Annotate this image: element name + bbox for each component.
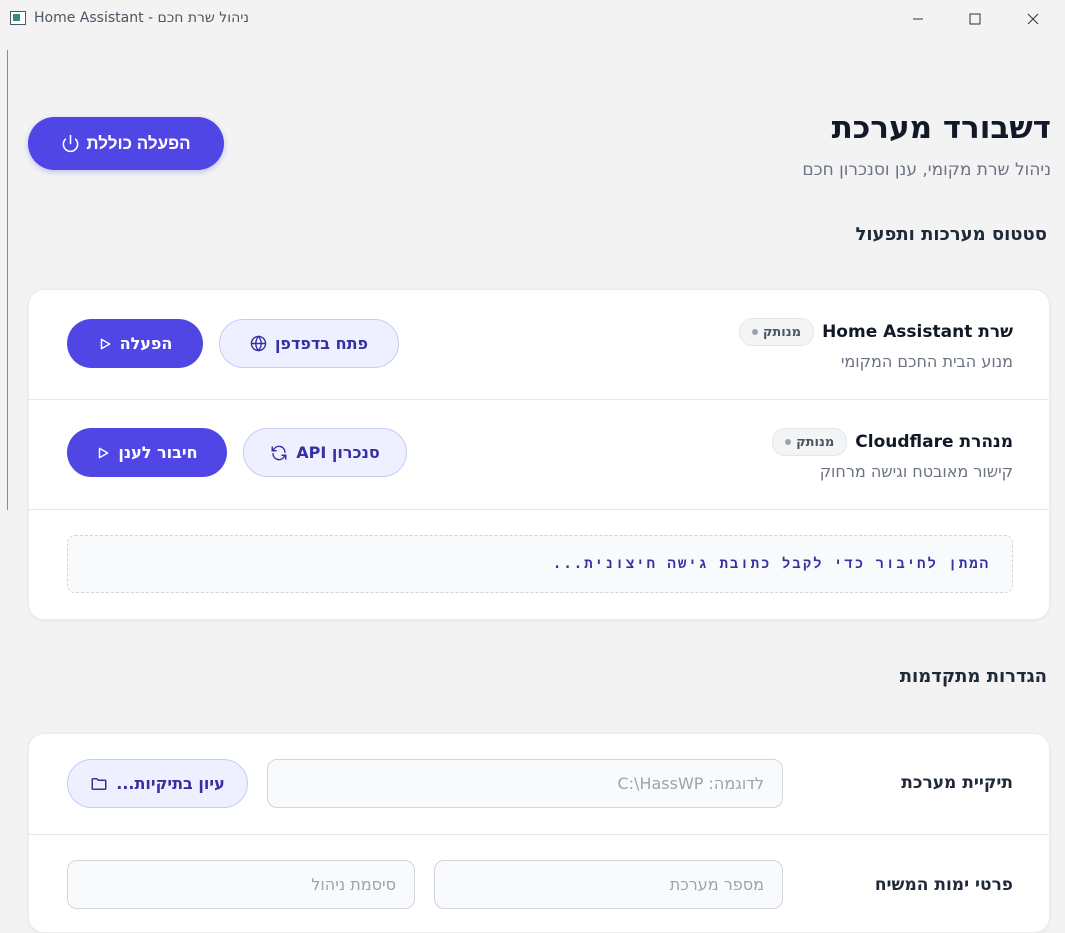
- close-icon: [1027, 13, 1039, 25]
- credentials-row: פרטי ימות המשיח: [29, 835, 1049, 932]
- maximize-icon: [969, 13, 981, 25]
- folder-path-input[interactable]: [267, 759, 783, 808]
- sync-api-label: סנכרון API: [296, 443, 380, 462]
- service-title-text: שרת Home Assistant: [822, 322, 1013, 342]
- advanced-section-heading: הגדרות מתקדמות: [899, 666, 1047, 687]
- service-title: שרת Home Assistant מנותק: [738, 318, 1013, 346]
- global-start-button[interactable]: הפעלה כוללת: [28, 117, 224, 170]
- service-title-text: מנהרת Cloudflare: [855, 432, 1013, 452]
- left-scroll-edge: [0, 38, 14, 908]
- status-badge: מנותק: [772, 428, 848, 456]
- globe-icon: [250, 335, 267, 352]
- play-icon: [99, 447, 109, 458]
- open-browser-label: פתח בדפדפן: [274, 334, 369, 353]
- service-row-cloudflare: מנהרת Cloudflare מנותק קישור מאובטח וגיש…: [29, 400, 1049, 509]
- title-bar[interactable]: ניהול שרת חכם - Home Assistant: [0, 0, 1065, 38]
- admin-password-input[interactable]: [67, 860, 415, 909]
- service-description: קישור מאובטח וגישה מרחוק: [819, 462, 1013, 481]
- service-description: מנוע הבית החכם המקומי: [840, 352, 1013, 371]
- service-row-home-assistant: שרת Home Assistant מנותק מנוע הבית החכם …: [29, 290, 1049, 399]
- start-server-button[interactable]: הפעלה: [67, 319, 203, 368]
- status-section-heading: סטטוס מערכות ותפעול: [855, 224, 1047, 245]
- advanced-card: תיקיית מערכת עיון בתיקיות... פרטי ימות ה…: [28, 733, 1050, 933]
- global-start-label: הפעלה כוללת: [86, 133, 191, 153]
- power-icon: [62, 134, 79, 153]
- window-title: ניהול שרת חכם - Home Assistant: [34, 10, 249, 26]
- system-number-input[interactable]: [434, 860, 783, 909]
- folder-row: תיקיית מערכת עיון בתיקיות...: [29, 734, 1049, 834]
- connect-cloud-button[interactable]: חיבור לענן: [67, 428, 227, 477]
- play-icon: [100, 338, 110, 349]
- status-badge-text: מנותק: [796, 434, 835, 450]
- page-subtitle: ניהול שרת מקומי, ענן וסנכרון חכם: [802, 160, 1051, 180]
- app-window: ניהול שרת חכם - Home Assistant דשבורד מע…: [0, 0, 1065, 933]
- open-browser-button[interactable]: פתח בדפדפן: [219, 319, 399, 368]
- row-divider: [29, 509, 1049, 510]
- page-title: דשבורד מערכת: [831, 110, 1051, 146]
- browse-folders-button[interactable]: עיון בתיקיות...: [67, 759, 248, 808]
- browse-folders-label: עיון בתיקיות...: [116, 774, 225, 793]
- minimize-button[interactable]: [895, 0, 941, 38]
- app-icon: [10, 11, 26, 25]
- folder-label: תיקיית מערכת: [901, 773, 1013, 793]
- start-server-label: הפעלה: [119, 334, 173, 353]
- service-title: מנהרת Cloudflare מנותק: [772, 428, 1013, 456]
- close-button[interactable]: [1010, 0, 1056, 38]
- status-badge-text: מנותק: [762, 324, 802, 340]
- status-dot-icon: [751, 329, 758, 335]
- status-card: שרת Home Assistant מנותק מנוע הבית החכם …: [28, 289, 1050, 620]
- external-url-box: המתן לחיבור כדי לקבל כתובת גישה חיצונית.…: [67, 535, 1013, 593]
- folder-icon: [91, 777, 107, 790]
- minimize-icon: [913, 18, 923, 20]
- status-badge: מנותק: [738, 318, 815, 346]
- dashboard-content: דשבורד מערכת ניהול שרת מקומי, ענן וסנכרו…: [14, 38, 1065, 933]
- refresh-icon: [271, 445, 287, 460]
- sync-api-button[interactable]: סנכרון API: [243, 428, 407, 477]
- credentials-label: פרטי ימות המשיח: [874, 875, 1013, 895]
- status-dot-icon: [785, 439, 792, 445]
- connect-cloud-label: חיבור לענן: [118, 443, 198, 462]
- maximize-button[interactable]: [952, 0, 998, 38]
